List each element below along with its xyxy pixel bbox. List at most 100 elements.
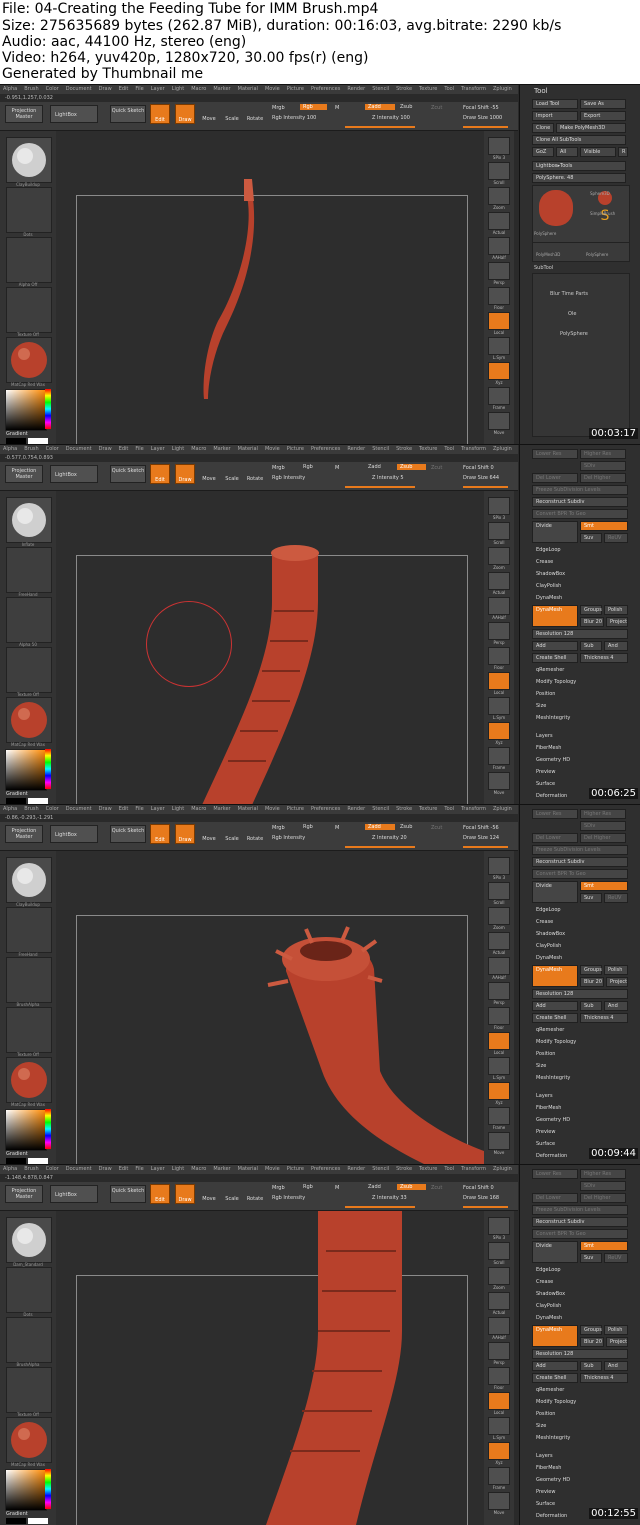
menu-item[interactable]: Picture xyxy=(287,86,304,92)
geometry-hd-section[interactable]: Geometry HD xyxy=(536,757,570,763)
resolution-slider[interactable]: Resolution 128 xyxy=(532,989,628,999)
divide-button[interactable]: Divide xyxy=(532,881,578,903)
viewport-local-icon[interactable] xyxy=(488,1032,510,1050)
add-button[interactable]: Add xyxy=(532,641,578,651)
rotate-button[interactable]: Rotate xyxy=(245,1184,265,1204)
menu-item[interactable]: Zplugin xyxy=(493,1166,512,1172)
menu-item[interactable]: Light xyxy=(172,806,184,812)
modify-topology-section[interactable]: Modify Topology xyxy=(536,679,576,685)
rgb-toggle[interactable]: Rgb xyxy=(300,464,327,470)
projection-master-button[interactable]: Projection Master xyxy=(5,825,43,843)
menu-item[interactable]: Edit xyxy=(119,806,129,812)
del-lower-button[interactable]: Del Lower xyxy=(532,1193,578,1203)
groups-toggle[interactable]: Groups xyxy=(580,1325,602,1335)
fibermesh-section[interactable]: FiberMesh xyxy=(536,1105,561,1111)
mrgb-toggle[interactable]: Mrgb xyxy=(272,465,285,471)
thickness-slider[interactable]: Thickness 4 xyxy=(580,1013,628,1023)
viewport-aahalf-icon[interactable] xyxy=(488,1317,510,1335)
lower-res-button[interactable]: Lower Res xyxy=(532,449,578,459)
polish-toggle[interactable]: Polish xyxy=(604,605,628,615)
menu-item[interactable]: Draw xyxy=(99,446,112,452)
menu-item[interactable]: Brush xyxy=(24,806,38,812)
viewport-persp-icon[interactable] xyxy=(488,622,510,640)
viewport-scroll-icon[interactable] xyxy=(488,162,510,180)
lightbox-button[interactable]: LightBox xyxy=(50,825,98,843)
preview-section[interactable]: Preview xyxy=(536,1489,555,1495)
blur-slider[interactable]: Blur 20 xyxy=(580,977,604,987)
menu-item[interactable]: Layer xyxy=(151,86,165,92)
menu-item[interactable]: Preferences xyxy=(311,806,340,812)
brush-thumbnail[interactable] xyxy=(6,497,52,543)
subtool-list[interactable] xyxy=(532,273,630,437)
menu-item[interactable]: Material xyxy=(238,806,258,812)
shadowbox-section[interactable]: ShadowBox xyxy=(536,571,565,577)
modify-topology-section[interactable]: Modify Topology xyxy=(536,1399,576,1405)
viewport-canvas[interactable] xyxy=(56,851,484,1165)
sub-button[interactable]: Sub xyxy=(580,1361,602,1371)
z-intensity-slider[interactable]: Z Intensity 20 xyxy=(372,835,407,841)
higher-res-button[interactable]: Higher Res xyxy=(580,1169,626,1179)
menu-item[interactable]: Stencil xyxy=(372,806,389,812)
rotate-button[interactable]: Rotate xyxy=(245,104,265,124)
material-thumbnail[interactable] xyxy=(6,697,52,743)
quick-sketch-button[interactable]: Quick Sketch xyxy=(110,465,146,483)
menu-item[interactable]: Transform xyxy=(461,86,486,92)
intensity-slider-bar[interactable] xyxy=(345,486,415,488)
viewport-floor-icon[interactable] xyxy=(488,1007,510,1025)
rgb-intensity-slider[interactable]: Rgb Intensity xyxy=(272,475,305,481)
subtool-item[interactable]: PolySphere xyxy=(560,331,588,337)
menu-item[interactable]: Picture xyxy=(287,446,304,452)
divide-button[interactable]: Divide xyxy=(532,1241,578,1263)
r-button[interactable]: R xyxy=(618,147,628,157)
freeze-subdivision-button[interactable]: Freeze SubDivision Levels xyxy=(532,1205,628,1215)
menu-item[interactable]: Layer xyxy=(151,446,165,452)
menu-item[interactable]: Material xyxy=(238,446,258,452)
mrgb-toggle[interactable]: Mrgb xyxy=(272,1185,285,1191)
menu-item[interactable]: File xyxy=(135,1166,143,1172)
stroke-thumbnail[interactable] xyxy=(6,1267,52,1313)
viewport-spix-3-icon[interactable] xyxy=(488,497,510,515)
menu-item[interactable]: Preferences xyxy=(311,1166,340,1172)
zcut-toggle[interactable]: Zcut xyxy=(431,1185,442,1191)
alpha-thumbnail[interactable] xyxy=(6,957,52,1003)
suv-toggle[interactable]: Suv xyxy=(580,1253,602,1263)
texture-thumbnail[interactable] xyxy=(6,1367,52,1413)
menu-item[interactable]: Alpha xyxy=(3,446,17,452)
alpha-thumbnail[interactable] xyxy=(6,237,52,283)
draw-size-slider[interactable]: Draw Size 168 xyxy=(463,1195,499,1201)
sub-button[interactable]: Sub xyxy=(580,1001,602,1011)
crease-section[interactable]: Crease xyxy=(536,919,553,925)
rgb-toggle[interactable]: Rgb xyxy=(300,824,327,830)
surface-section[interactable]: Surface xyxy=(536,781,555,787)
draw-button[interactable]: Draw xyxy=(175,1184,195,1204)
scale-button[interactable]: Scale xyxy=(222,824,242,844)
brush-thumbnail[interactable] xyxy=(6,1217,52,1263)
goz-button[interactable]: GoZ xyxy=(532,147,554,157)
draw-size-slider-bar[interactable] xyxy=(463,1206,508,1208)
shadowbox-section[interactable]: ShadowBox xyxy=(536,931,565,937)
zadd-toggle[interactable]: Zadd xyxy=(365,464,395,470)
scale-button[interactable]: Scale xyxy=(222,104,242,124)
scale-button[interactable]: Scale xyxy=(222,464,242,484)
material-thumbnail[interactable] xyxy=(6,337,52,383)
menu-item[interactable]: Edit xyxy=(119,1166,129,1172)
primary-color-swatch[interactable] xyxy=(6,1518,26,1524)
z-intensity-slider[interactable]: Z Intensity 33 xyxy=(372,1195,407,1201)
menu-item[interactable]: Brush xyxy=(24,446,38,452)
lower-res-button[interactable]: Lower Res xyxy=(532,1169,578,1179)
fibermesh-section[interactable]: FiberMesh xyxy=(536,745,561,751)
divide-button[interactable]: Divide xyxy=(532,521,578,543)
meshintegrity-section[interactable]: MeshIntegrity xyxy=(536,1075,570,1081)
quick-sketch-button[interactable]: Quick Sketch xyxy=(110,825,146,843)
secondary-color-swatch[interactable] xyxy=(28,1518,48,1524)
viewport-zoom-icon[interactable] xyxy=(488,1267,510,1285)
subtool-section-header[interactable]: SubTool xyxy=(534,265,553,271)
viewport-actual-icon[interactable] xyxy=(488,572,510,590)
rgb-intensity-slider[interactable]: Rgb Intensity xyxy=(272,835,305,841)
higher-res-button[interactable]: Higher Res xyxy=(580,449,626,459)
del-higher-button[interactable]: Del Higher xyxy=(580,473,626,483)
m-toggle[interactable]: M xyxy=(335,1185,339,1191)
draw-size-slider[interactable]: Draw Size 644 xyxy=(463,475,499,481)
viewport-zoom-icon[interactable] xyxy=(488,907,510,925)
focal-shift-slider[interactable]: Focal Shift 0 xyxy=(463,1185,494,1191)
